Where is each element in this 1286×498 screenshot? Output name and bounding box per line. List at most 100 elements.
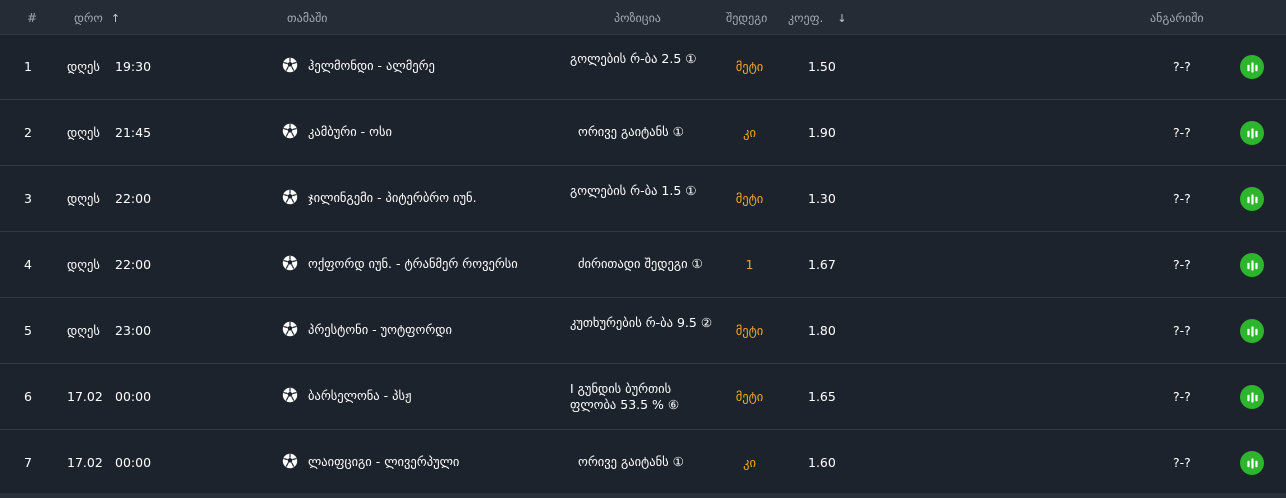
table-row: 5 დღეს 23:00 პრესტონი - უოტფორდი კუთხურების …: [0, 298, 1286, 364]
stats-button[interactable]: [1240, 55, 1264, 79]
row-date: 17.02: [67, 389, 103, 404]
row-match: ლაიფციგი - ლივერპული: [282, 453, 459, 469]
row-outcome: კი: [743, 125, 756, 140]
row-date: 17.02: [67, 455, 103, 470]
row-number: 2: [24, 125, 32, 140]
row-date: დღეს: [67, 125, 100, 140]
row-match: ჯილინგემი - პიტერბრო იუნ.: [282, 189, 477, 205]
row-number: 5: [24, 323, 32, 338]
row-result: ?-?: [1173, 125, 1191, 140]
row-position: გოლების რ-ბა 2.5 ①: [570, 51, 697, 66]
soccer-ball-icon: [282, 255, 298, 271]
header-date-label: დრო: [74, 11, 103, 25]
stats-button[interactable]: [1240, 187, 1264, 211]
row-number: 7: [24, 455, 32, 470]
row-match-label: ლაიფციგი - ლივერპული: [308, 453, 460, 469]
table-row: 4 დღეს 22:00 ოქფორდ იუნ. - ტრანმერ როვერსი ძ…: [0, 232, 1286, 298]
stats-button[interactable]: [1240, 451, 1264, 475]
row-time: 22:00: [115, 257, 152, 272]
stats-bars-icon: [1246, 61, 1259, 74]
row-match: კამბური - ოსი: [282, 123, 392, 139]
stats-bars-icon: [1246, 325, 1259, 338]
soccer-ball-icon: [282, 387, 298, 403]
row-outcome: მეტი: [735, 59, 764, 74]
row-number: 3: [24, 191, 32, 206]
row-match-label: ჰელმონდი - ალმერე: [308, 57, 435, 73]
soccer-ball-icon: [282, 453, 298, 469]
row-time: 00:00: [115, 389, 152, 404]
header-result: ანგარიში: [1150, 11, 1204, 25]
row-result: ?-?: [1173, 191, 1191, 206]
row-outcome: მეტი: [735, 389, 764, 404]
table-row: 2 დღეს 21:45 კამბური - ოსი ორივე გაიტანს ① კი…: [0, 100, 1286, 166]
table-row: 1 დღეს 19:30 ჰელმონდი - ალმერე გოლების რ-ბა …: [0, 34, 1286, 100]
row-outcome: კი: [743, 455, 756, 470]
row-match: ბარსელონა - პსჟ: [282, 387, 411, 403]
row-time: 19:30: [115, 59, 152, 74]
row-time: 22:00: [115, 191, 152, 206]
stats-bars-icon: [1246, 391, 1259, 404]
row-outcome: 1: [745, 257, 754, 272]
row-odds: 1.50: [808, 59, 836, 74]
row-position: I გუნდის ბურთის ფლობა 53.5 % ⑥: [570, 381, 680, 412]
row-odds: 1.65: [808, 389, 836, 404]
row-date: დღეს: [67, 191, 100, 206]
row-match-label: ოქფორდ იუნ. - ტრანმერ როვერსი: [308, 255, 518, 271]
row-match-label: კამბური - ოსი: [308, 123, 392, 139]
row-position: ორივე გაიტანს ①: [578, 454, 684, 469]
table-row: 6 17.02 00:00 ბარსელონა - პსჟ I გუნდის ბურთი…: [0, 364, 1286, 430]
stats-bars-icon: [1246, 457, 1259, 470]
row-date: დღეს: [67, 323, 100, 338]
row-time: 21:45: [115, 125, 152, 140]
row-odds: 1.90: [808, 125, 836, 140]
header-odds[interactable]: კოეფ. ↓: [788, 11, 847, 25]
row-position: კუთხურების რ-ბა 9.5 ②: [570, 315, 713, 330]
stats-bars-icon: [1246, 259, 1259, 272]
row-match-label: ბარსელონა - პსჟ: [308, 387, 412, 403]
row-outcome: მეტი: [735, 191, 764, 206]
header-outcome: შედეგი: [726, 11, 768, 25]
row-match: პრესტონი - უოტფორდი: [282, 321, 452, 337]
arrow-down-icon: ↓: [837, 12, 847, 25]
row-result: ?-?: [1173, 257, 1191, 272]
table-row: 3 დღეს 22:00 ჯილინგემი - პიტერბრო იუნ. გოლებ…: [0, 166, 1286, 232]
header-position: პოზიცია: [614, 11, 661, 25]
row-number: 4: [24, 257, 32, 272]
header-match: თამაში: [287, 11, 328, 25]
row-result: ?-?: [1173, 389, 1191, 404]
stats-button[interactable]: [1240, 121, 1264, 145]
row-outcome: მეტი: [735, 323, 764, 338]
arrow-up-icon: ↑: [110, 12, 121, 25]
row-odds: 1.30: [808, 191, 836, 206]
table-header: # დრო ↑ თამაში პოზიცია შედეგი კოეფ. ↓ ანგა…: [0, 0, 1286, 35]
header-date[interactable]: დრო ↑: [74, 11, 120, 25]
row-position: ორივე გაიტანს ①: [578, 124, 684, 139]
row-match-label: ჯილინგემი - პიტერბრო იუნ.: [308, 189, 477, 205]
row-position: ძირითადი შედეგი ①: [578, 256, 703, 271]
row-result: ?-?: [1173, 455, 1191, 470]
row-number: 1: [24, 59, 32, 74]
row-position: გოლების რ-ბა 1.5 ①: [570, 183, 697, 198]
row-odds: 1.60: [808, 455, 836, 470]
row-number: 6: [24, 389, 32, 404]
row-odds: 1.67: [808, 257, 836, 272]
soccer-ball-icon: [282, 57, 298, 73]
header-odds-label: კოეფ.: [788, 11, 824, 25]
row-match: ჰელმონდი - ალმერე: [282, 57, 435, 73]
stats-button[interactable]: [1240, 385, 1264, 409]
stats-button[interactable]: [1240, 319, 1264, 343]
table-bottom-border: [0, 493, 1286, 498]
header-num: #: [27, 11, 38, 25]
soccer-ball-icon: [282, 321, 298, 337]
row-result: ?-?: [1173, 323, 1191, 338]
row-match-label: პრესტონი - უოტფორდი: [308, 321, 452, 337]
soccer-ball-icon: [282, 189, 298, 205]
stats-bars-icon: [1246, 127, 1259, 140]
row-date: დღეს: [67, 59, 100, 74]
table-row: 7 17.02 00:00 ლაიფციგი - ლივერპული ორივე გაი…: [0, 430, 1286, 496]
soccer-ball-icon: [282, 123, 298, 139]
stats-bars-icon: [1246, 193, 1259, 206]
stats-button[interactable]: [1240, 253, 1264, 277]
row-date: დღეს: [67, 257, 100, 272]
row-result: ?-?: [1173, 59, 1191, 74]
